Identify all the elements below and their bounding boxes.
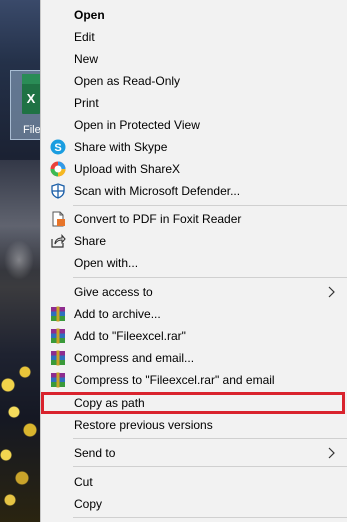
chevron-right-icon [328,286,335,298]
menu-item-label: Restore previous versions [74,418,213,432]
menu-item-label: Edit [74,30,95,44]
menu-item-label: Open in Protected View [74,118,200,132]
menu-separator [73,466,347,467]
menu-item-compress-rar-email[interactable]: Compress to "Fileexcel.rar" and email [41,369,347,391]
highlight-box [41,392,345,414]
file-caption[interactable]: File [23,124,40,136]
menu-item-upload-sharex[interactable]: Upload with ShareX [41,158,347,180]
menu-separator [73,517,347,518]
menu-item-label: Compress and email... [74,351,195,365]
menu-item-label: Copy [74,497,103,511]
menu-item-open-with[interactable]: Open with... [41,252,347,274]
menu-item-share[interactable]: Share [41,230,347,252]
menu-item-label: Print [74,96,99,110]
menu-item-open-protected-view[interactable]: Open in Protected View [41,114,347,136]
menu-item-add-to-archive[interactable]: Add to archive... [41,303,347,325]
menu-item-label: New [74,52,99,66]
menu-item-open[interactable]: Open [41,4,347,26]
menu-item-label: Upload with ShareX [74,162,181,176]
menu-item-label: Open with... [74,256,139,270]
wallpaper-light [4,240,34,280]
menu-item-share-skype[interactable]: S Share with Skype [41,136,347,158]
menu-item-label: Compress to "Fileexcel.rar" and email [74,373,275,387]
menu-item-restore-previous-versions[interactable]: Restore previous versions [41,414,347,436]
menu-item-label: Open as Read-Only [74,74,181,88]
menu-item-label: Share [74,234,107,248]
menu-item-label: Convert to PDF in Foxit Reader [74,212,242,226]
menu-item-label: Scan with Microsoft Defender... [74,184,241,198]
menu-item-edit[interactable]: Edit [41,26,347,48]
menu-item-convert-pdf-foxit[interactable]: Convert to PDF in Foxit Reader [41,208,347,230]
menu-item-label: Open [74,8,105,22]
menu-item-label: Add to "Fileexcel.rar" [74,329,186,343]
menu-item-scan-defender[interactable]: Scan with Microsoft Defender... [41,180,347,202]
skype-icon: S [50,139,66,155]
menu-item-compress-email[interactable]: Compress and email... [41,347,347,369]
menu-separator [73,277,347,278]
menu-item-give-access[interactable]: Give access to [41,281,347,303]
menu-item-label: Share with Skype [74,140,168,154]
defender-shield-icon [51,183,65,199]
winrar-icon [51,328,65,344]
winrar-icon [51,306,65,322]
context-menu: Open Edit New Open as Read-Only Print Op… [40,0,347,522]
share-icon [51,234,66,248]
menu-item-send-to[interactable]: Send to [41,442,347,464]
menu-item-cut[interactable]: Cut [41,471,347,493]
chevron-right-icon [328,447,335,459]
svg-text:S: S [54,142,61,154]
menu-item-new[interactable]: New [41,48,347,70]
menu-item-label: Give access to [74,285,153,299]
menu-separator [73,205,347,206]
sharex-icon [50,161,66,177]
menu-item-label: Add to archive... [74,307,161,321]
winrar-icon [51,350,65,366]
menu-item-label: Send to [74,446,116,460]
menu-item-add-to-rar[interactable]: Add to "Fileexcel.rar" [41,325,347,347]
excel-file-icon[interactable]: X [22,74,40,114]
foxit-pdf-icon [52,211,65,227]
menu-separator [73,438,347,439]
menu-item-copy[interactable]: Copy [41,493,347,515]
menu-item-open-read-only[interactable]: Open as Read-Only [41,70,347,92]
menu-item-label: Cut [74,475,93,489]
menu-item-print[interactable]: Print [41,92,347,114]
winrar-icon [51,372,65,388]
